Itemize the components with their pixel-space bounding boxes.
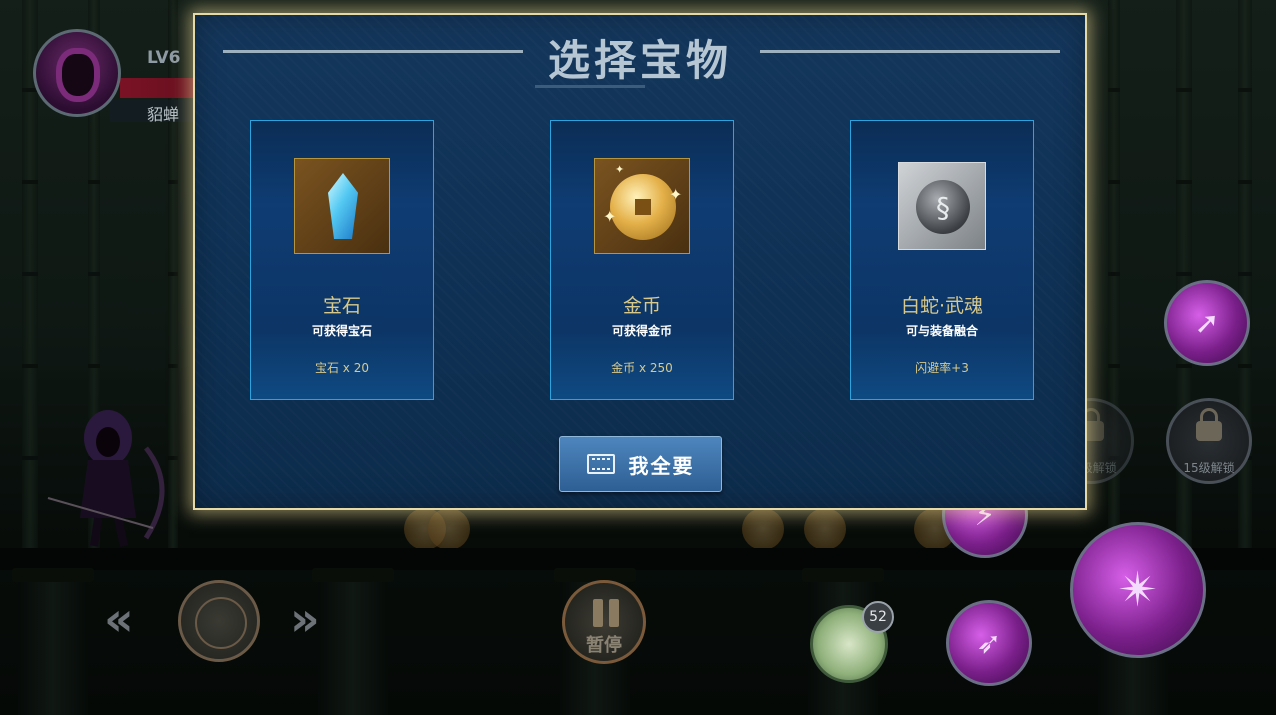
treasure-select-dialog: 选择宝物 宝石 可获得宝石 宝石 x 20 ✦ ✦ ✦ 金币 可获得金币 金币 … (193, 13, 1087, 510)
sparkle-icon: ✦ (669, 185, 683, 204)
sparkle-icon: ✦ (603, 207, 617, 226)
dash-arrow-icon: ➚ (1194, 305, 1220, 341)
take-all-button[interactable]: 我全要 (559, 436, 722, 492)
lock-icon (1196, 408, 1222, 441)
soul-orb (916, 180, 970, 234)
card-title: 金币 (622, 295, 661, 317)
unlock-requirement: 15级解锁 (1183, 461, 1235, 475)
treasure-card-gem[interactable]: 宝石 可获得宝石 宝石 x 20 (250, 120, 434, 400)
player-name: 貂蝉 (147, 105, 180, 124)
potion-count-badge: 52 (862, 601, 894, 633)
skill-button-arrow[interactable]: ➶ (946, 600, 1032, 686)
attack-burst-icon: ✴ (1117, 562, 1159, 618)
player-avatar[interactable] (33, 29, 121, 117)
card-description: 可与装备融合 (905, 324, 978, 338)
move-right-button[interactable]: » (290, 592, 320, 646)
coin-disc (610, 174, 676, 240)
gold-coin-icon: ✦ ✦ ✦ (594, 158, 690, 254)
pause-button[interactable]: 暂停 (562, 580, 646, 664)
card-description: 可获得金币 (611, 324, 672, 338)
locked-skill-slot-2[interactable]: 15级解锁 (1166, 398, 1252, 484)
joystick[interactable] (178, 580, 260, 662)
card-reward: 金币 x 250 (611, 361, 673, 375)
treasure-card-gold[interactable]: ✦ ✦ ✦ 金币 可获得金币 金币 x 250 (550, 120, 734, 400)
arrow-shot-icon: ➶ (976, 625, 1002, 661)
pause-label: 暂停 (586, 635, 622, 656)
treasure-card-snake-soul[interactable]: 白蛇·武魂 可与装备融合 闪避率+3 (850, 120, 1034, 400)
skill-button-dash[interactable]: ➚ (1164, 280, 1250, 366)
card-reward: 宝石 x 20 (314, 361, 369, 375)
gem-crystal (328, 173, 358, 239)
avatar-face (62, 54, 94, 96)
dialog-title: 选择宝物 (547, 36, 732, 85)
card-reward: 闪避率+3 (915, 361, 969, 375)
pause-icon (591, 599, 621, 627)
attack-button[interactable]: ✴ (1070, 522, 1206, 658)
player-level: LV6 (147, 48, 181, 68)
card-title: 白蛇·武魂 (900, 295, 984, 317)
move-left-button[interactable]: « (104, 592, 134, 646)
take-all-label: 我全要 (628, 453, 695, 478)
sparkle-icon: ✦ (615, 163, 625, 176)
video-ad-icon (586, 454, 615, 474)
gem-icon (294, 158, 390, 254)
snake-soul-icon (898, 162, 986, 250)
card-description: 可获得宝石 (311, 324, 372, 338)
card-title: 宝石 (322, 295, 361, 317)
title-ornament (535, 85, 645, 88)
